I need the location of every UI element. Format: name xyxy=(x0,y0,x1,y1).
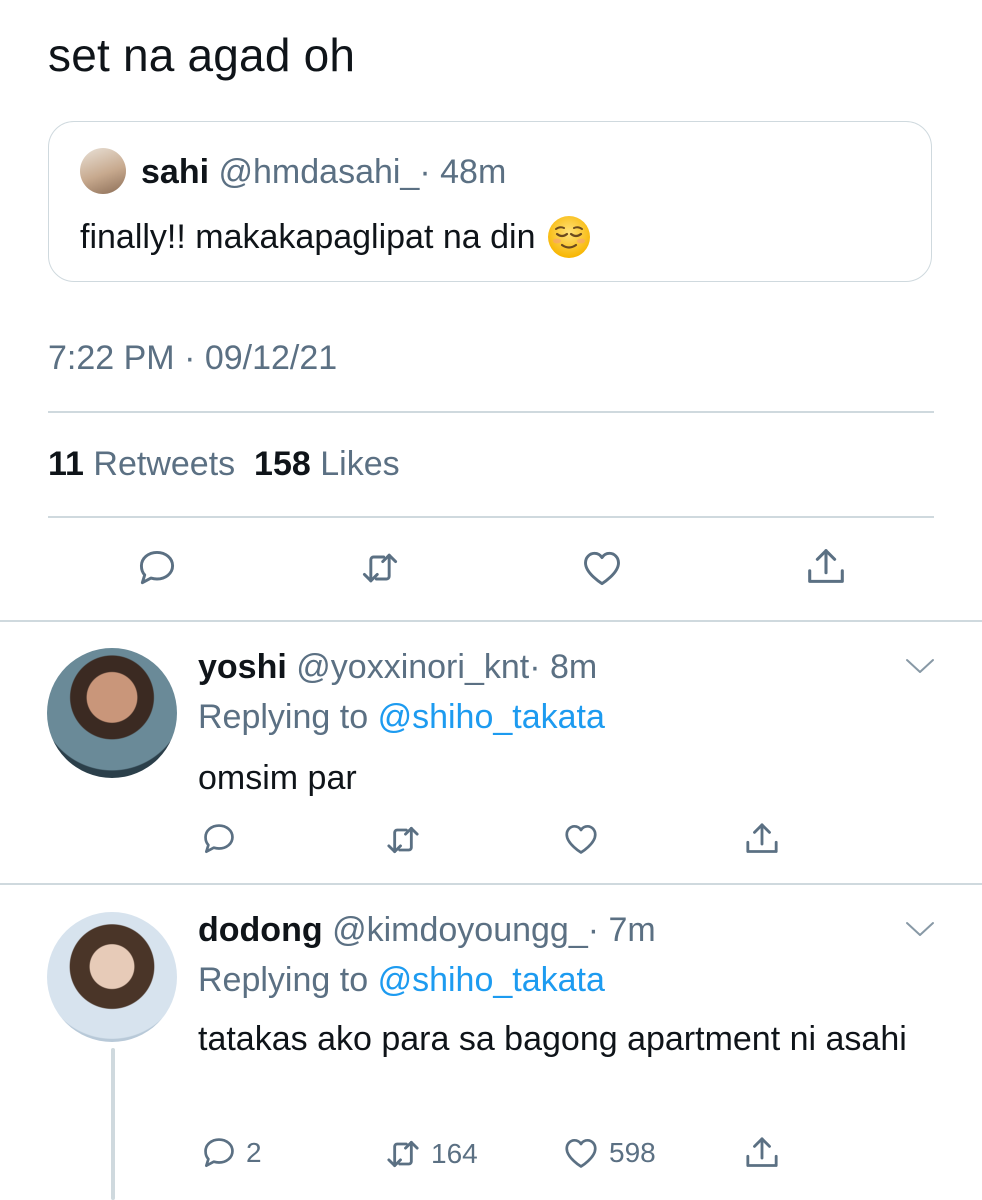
share-button[interactable] xyxy=(803,544,849,590)
reply-time: · 7m xyxy=(587,911,656,949)
like-count: 598 xyxy=(609,1137,656,1168)
share-button[interactable] xyxy=(742,1132,782,1174)
reply-icon xyxy=(204,824,234,854)
reply-author-handle[interactable]: @yoxxinori_knt xyxy=(296,648,529,686)
reply-header: dodong @kimdoyoungg_· 7m xyxy=(198,911,656,950)
retweet-button[interactable] xyxy=(358,546,402,590)
relieved-face-emoji-icon xyxy=(547,216,590,258)
reply-author-name[interactable]: dodong xyxy=(198,911,323,949)
avatar[interactable] xyxy=(47,912,177,1042)
reply-text: tatakas ako para sa bagong apartment ni … xyxy=(198,1020,907,1058)
reply-button[interactable]: 2 xyxy=(200,1134,262,1172)
reply-time: · 8m xyxy=(529,648,598,686)
share-icon xyxy=(746,1137,778,1167)
quoted-time: · 48m xyxy=(419,153,507,191)
replying-to-handle[interactable]: @shiho_takata xyxy=(378,961,605,999)
divider xyxy=(0,883,982,885)
share-icon xyxy=(808,549,844,583)
chevron-down-icon[interactable] xyxy=(902,918,938,940)
divider xyxy=(48,516,934,518)
like-button[interactable] xyxy=(579,546,625,590)
thread-line xyxy=(111,1048,115,1200)
divider xyxy=(0,620,982,622)
reply-author-name[interactable]: yoshi xyxy=(198,648,287,686)
tweet-stats: 11 Retweets 158 Likes xyxy=(48,445,400,484)
avatar[interactable] xyxy=(80,148,126,194)
reply-header: yoshi @yoxxinori_knt· 8m xyxy=(198,648,597,687)
reply-count: 2 xyxy=(246,1137,262,1168)
reply-button[interactable] xyxy=(200,820,238,858)
quoted-tweet-header: sahi @hmdasahi_· 48m xyxy=(141,153,506,192)
reply-icon xyxy=(139,550,175,585)
like-button[interactable]: 598 xyxy=(561,1134,656,1172)
retweet-icon xyxy=(387,826,419,854)
retweet-button[interactable]: 164 xyxy=(383,1134,478,1174)
reply-author-handle[interactable]: @kimdoyoungg_ xyxy=(332,911,588,949)
retweets-stat[interactable]: 11 Retweets xyxy=(48,445,235,483)
chevron-down-icon[interactable] xyxy=(902,655,938,677)
avatar[interactable] xyxy=(47,648,177,778)
divider xyxy=(48,411,934,413)
reply-icon xyxy=(204,1138,234,1168)
replying-to-line: Replying to @shiho_takata xyxy=(198,698,605,736)
tweet-text: set na agad oh xyxy=(48,29,356,81)
like-icon xyxy=(584,551,620,586)
reply-text: omsim par xyxy=(198,759,357,797)
like-icon xyxy=(565,824,597,854)
share-icon xyxy=(746,823,778,853)
quoted-author-handle[interactable]: @hmdasahi_ xyxy=(219,153,420,191)
replying-to-handle[interactable]: @shiho_takata xyxy=(378,698,605,736)
like-button[interactable] xyxy=(561,820,601,858)
likes-stat[interactable]: 158 Likes xyxy=(254,445,400,483)
share-button[interactable] xyxy=(742,818,782,860)
quoted-tweet-text: finally!! makakapaglipat na din xyxy=(80,214,592,260)
quoted-author-name[interactable]: sahi xyxy=(141,153,209,191)
retweet-icon xyxy=(387,1140,419,1168)
replying-to-line: Replying to @shiho_takata xyxy=(198,961,605,999)
retweet-count: 164 xyxy=(431,1138,478,1169)
like-icon xyxy=(565,1138,597,1168)
tweet-timestamp[interactable]: 7:22 PM · 09/12/21 xyxy=(48,339,337,378)
reply-button[interactable] xyxy=(135,546,179,590)
retweet-button[interactable] xyxy=(383,820,423,860)
retweet-icon xyxy=(362,553,398,583)
quoted-text-content: finally!! makakapaglipat na din xyxy=(80,217,536,256)
